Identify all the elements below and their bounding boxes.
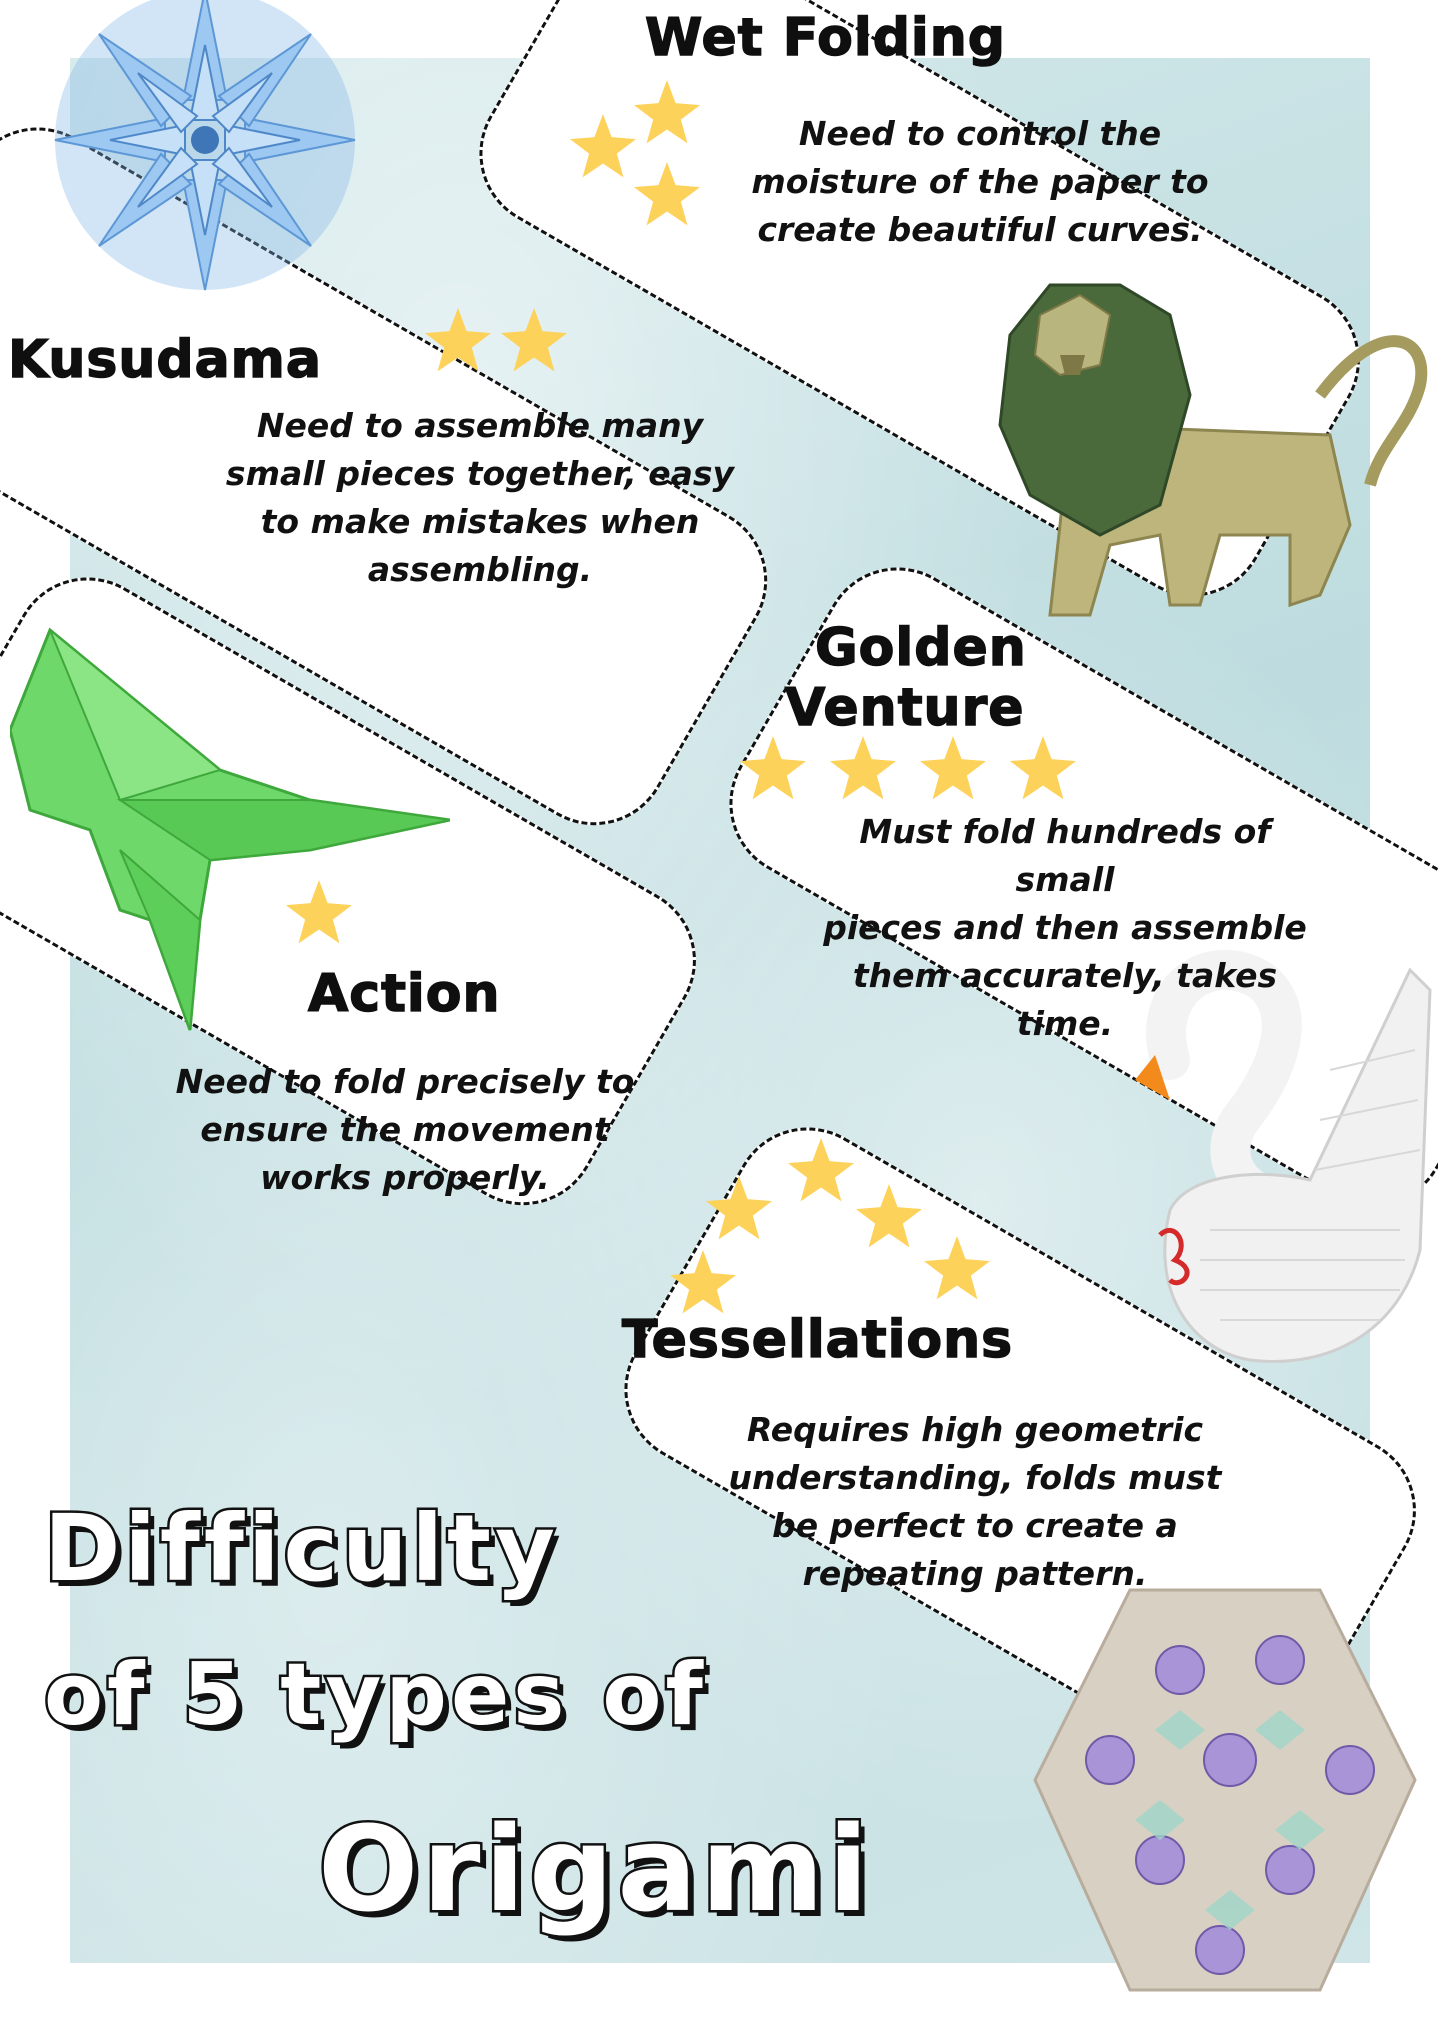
star-icon [501, 308, 567, 372]
star-icon [924, 1236, 990, 1300]
title-line-1: Difficulty [41, 1493, 560, 1605]
wet-folding-heading: Wet Folding [644, 7, 1006, 69]
kusudama-heading: Kusudama [7, 329, 322, 391]
title-line-2: of 5 types of [42, 1643, 707, 1748]
star-icon [570, 114, 636, 178]
action-heading: Action [307, 963, 501, 1025]
star-icon [920, 736, 986, 800]
tessellations-stars [670, 1130, 1010, 1314]
kusudama-description: Need to assemble many small pieces toget… [225, 406, 735, 589]
star-icon [830, 736, 896, 800]
star-icon [286, 880, 352, 944]
title-line-3: Origami [315, 1798, 873, 1941]
golden-venture-heading: Golden Venture [784, 617, 1027, 739]
tessellations-description: Requires high geometric understanding, f… [728, 1410, 1222, 1593]
star-icon [1010, 736, 1076, 800]
kusudama-stars [425, 308, 567, 374]
golden-venture-description: Must fold hundreds of small pieces and t… [823, 812, 1307, 1043]
star-icon [634, 80, 700, 144]
wet-folding-description: Need to control the moisture of the pape… [751, 114, 1209, 249]
kusudama-ball-image [54, 0, 356, 291]
star-icon [425, 308, 491, 372]
star-icon [670, 1250, 736, 1314]
origami-lion-image [998, 283, 1428, 617]
star-icon [856, 1184, 922, 1248]
star-icon [788, 1138, 854, 1202]
star-icon [740, 736, 806, 800]
action-description: Need to fold precisely to ensure the mov… [175, 1062, 635, 1197]
star-icon [634, 162, 700, 226]
tessellations-heading: Tessellations [621, 1309, 1014, 1371]
action-stars [286, 880, 352, 946]
wet-folding-stars [570, 80, 730, 240]
star-icon [706, 1176, 772, 1240]
golden-venture-stars [740, 736, 1076, 802]
tessellation-pattern-image [1033, 1588, 1417, 1992]
